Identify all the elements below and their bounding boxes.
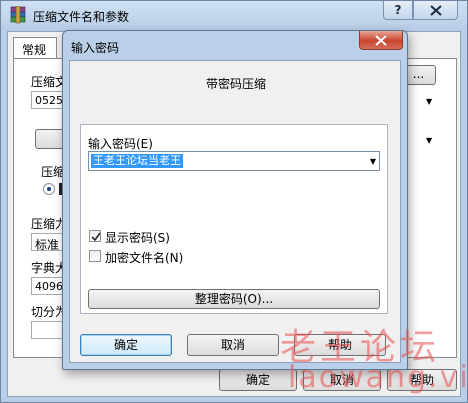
split-volumes-label: 切分为 [31,305,65,319]
tab-general[interactable]: 常规 [13,37,57,59]
update-mode-dropdown-icon[interactable]: ▼ [426,136,432,145]
dialog-cancel-button[interactable]: 取消 [187,334,279,356]
password-label: 输入密码(E) [88,137,153,151]
encrypt-names-label[interactable]: 加密文件名(N) [105,249,183,266]
dictionary-size-label: 字典大 [31,261,65,275]
window-title: 压缩文件名和参数 [33,10,130,24]
winrar-app-icon [9,5,27,24]
compression-method-label: 压缩力 [31,217,65,231]
dialog-heading: 带密码压缩 [205,77,266,91]
radio-dot-icon [47,187,51,191]
watermark-url: laowang.vip [288,360,468,395]
back-close-button[interactable] [413,1,458,20]
dialog-cancel-label: 取消 [220,338,245,352]
show-password-label[interactable]: 显示密码(S) [105,229,170,246]
close-icon [375,35,387,46]
dialog-ok-button[interactable]: 确定 [80,334,172,356]
organize-passwords-label: 整理密码(O)... [194,292,274,306]
archive-name-dropdown-icon[interactable]: ▼ [426,97,432,106]
back-ok-label: 确定 [245,373,270,387]
organize-passwords-button[interactable]: 整理密码(O)... [88,289,380,309]
title-bar[interactable]: 压缩文件名和参数 ? [1,1,467,31]
close-icon [430,5,442,16]
tab-general-label: 常规 [22,43,47,57]
help-label: ? [394,3,402,17]
show-password-checkbox[interactable] [89,230,101,242]
check-icon [91,232,101,242]
archive-name-label: 压缩文 [31,75,65,89]
compression-method-value: 标准 [35,238,60,251]
title-help-button[interactable]: ? [383,1,413,20]
password-value: 王老王论坛当老王 [91,154,183,168]
password-combobox[interactable]: 王老王论坛当老王 ▼ [88,151,380,171]
dialog-title: 输入密码 [71,41,120,55]
archive-name-value: 0525 [35,94,63,107]
dialog-ok-label: 确定 [113,338,138,352]
chevron-down-icon[interactable]: ▼ [370,157,376,166]
dictionary-size-value: 4096 [35,280,63,293]
encrypt-names-checkbox[interactable] [89,250,101,262]
radio-button[interactable] [43,183,55,195]
dialog-close-button[interactable] [359,31,403,50]
back-ok-button[interactable]: 确定 [219,369,297,391]
browse-label: ... [412,67,425,81]
